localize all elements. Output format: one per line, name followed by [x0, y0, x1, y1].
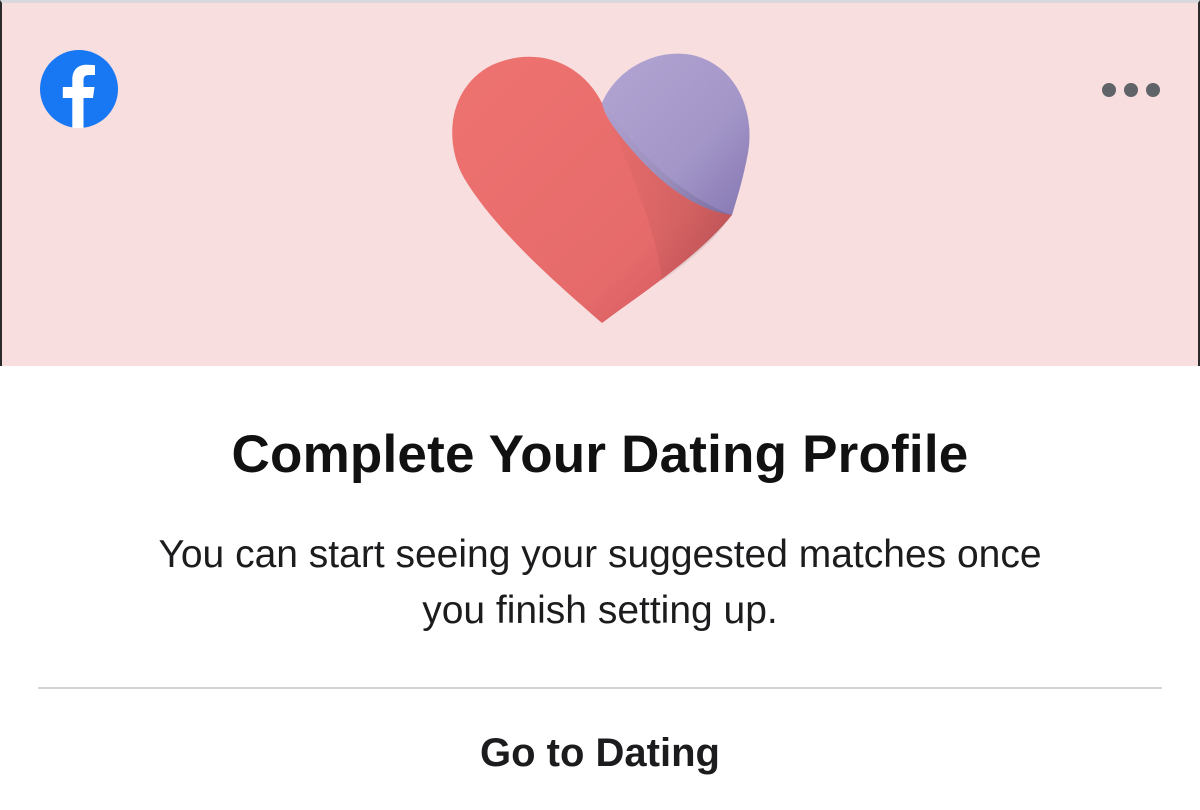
dating-profile-card: Complete Your Dating Profile You can sta… — [0, 0, 1200, 810]
more-dot-icon — [1102, 83, 1116, 97]
subtitle-text: You can start seeing your suggested matc… — [158, 533, 1042, 632]
more-dot-icon — [1124, 83, 1138, 97]
go-to-dating-button[interactable]: Go to Dating — [400, 718, 800, 788]
facebook-logo-icon[interactable] — [40, 50, 118, 128]
divider — [38, 687, 1162, 689]
more-dot-icon — [1146, 83, 1160, 97]
header-banner — [0, 0, 1200, 366]
more-options-button[interactable] — [1102, 77, 1160, 103]
page-title: Complete Your Dating Profile — [231, 425, 969, 484]
heart-illustration — [452, 53, 750, 324]
